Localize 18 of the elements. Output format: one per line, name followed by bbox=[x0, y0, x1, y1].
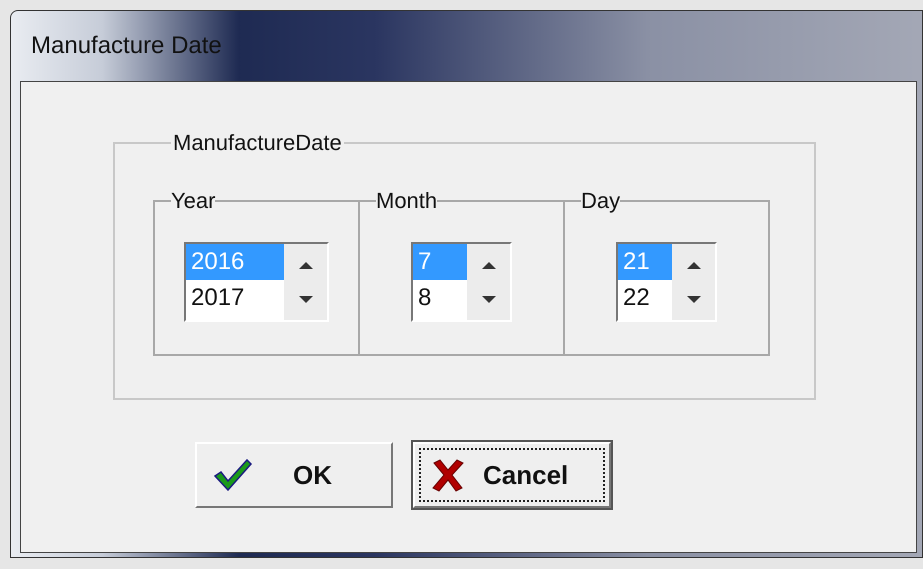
window-title: Manufacture Date bbox=[31, 31, 222, 61]
spin-list[interactable]: 7 8 bbox=[411, 242, 512, 322]
check-icon bbox=[213, 458, 253, 492]
field-label: Month bbox=[376, 190, 438, 212]
x-icon bbox=[431, 458, 465, 492]
scroll-up-arrow-icon[interactable] bbox=[686, 262, 700, 268]
ok-button[interactable]: OK bbox=[195, 442, 393, 508]
field-label: Year bbox=[171, 190, 216, 212]
scroll-down-arrow-icon[interactable] bbox=[482, 296, 496, 302]
scroll-up-arrow-icon[interactable] bbox=[482, 262, 496, 268]
cancel-button[interactable]: Cancel bbox=[413, 442, 611, 508]
scroll-down-arrow-icon[interactable] bbox=[298, 296, 312, 302]
group-label: ManufactureDate bbox=[172, 132, 343, 154]
spin-list[interactable]: 21 22 bbox=[616, 242, 717, 322]
scroll-up-arrow-icon[interactable] bbox=[298, 262, 312, 268]
spin-list[interactable]: 2016 2017 bbox=[184, 242, 329, 322]
field-label: Day bbox=[581, 190, 620, 212]
scroll-down-arrow-icon[interactable] bbox=[686, 296, 700, 302]
